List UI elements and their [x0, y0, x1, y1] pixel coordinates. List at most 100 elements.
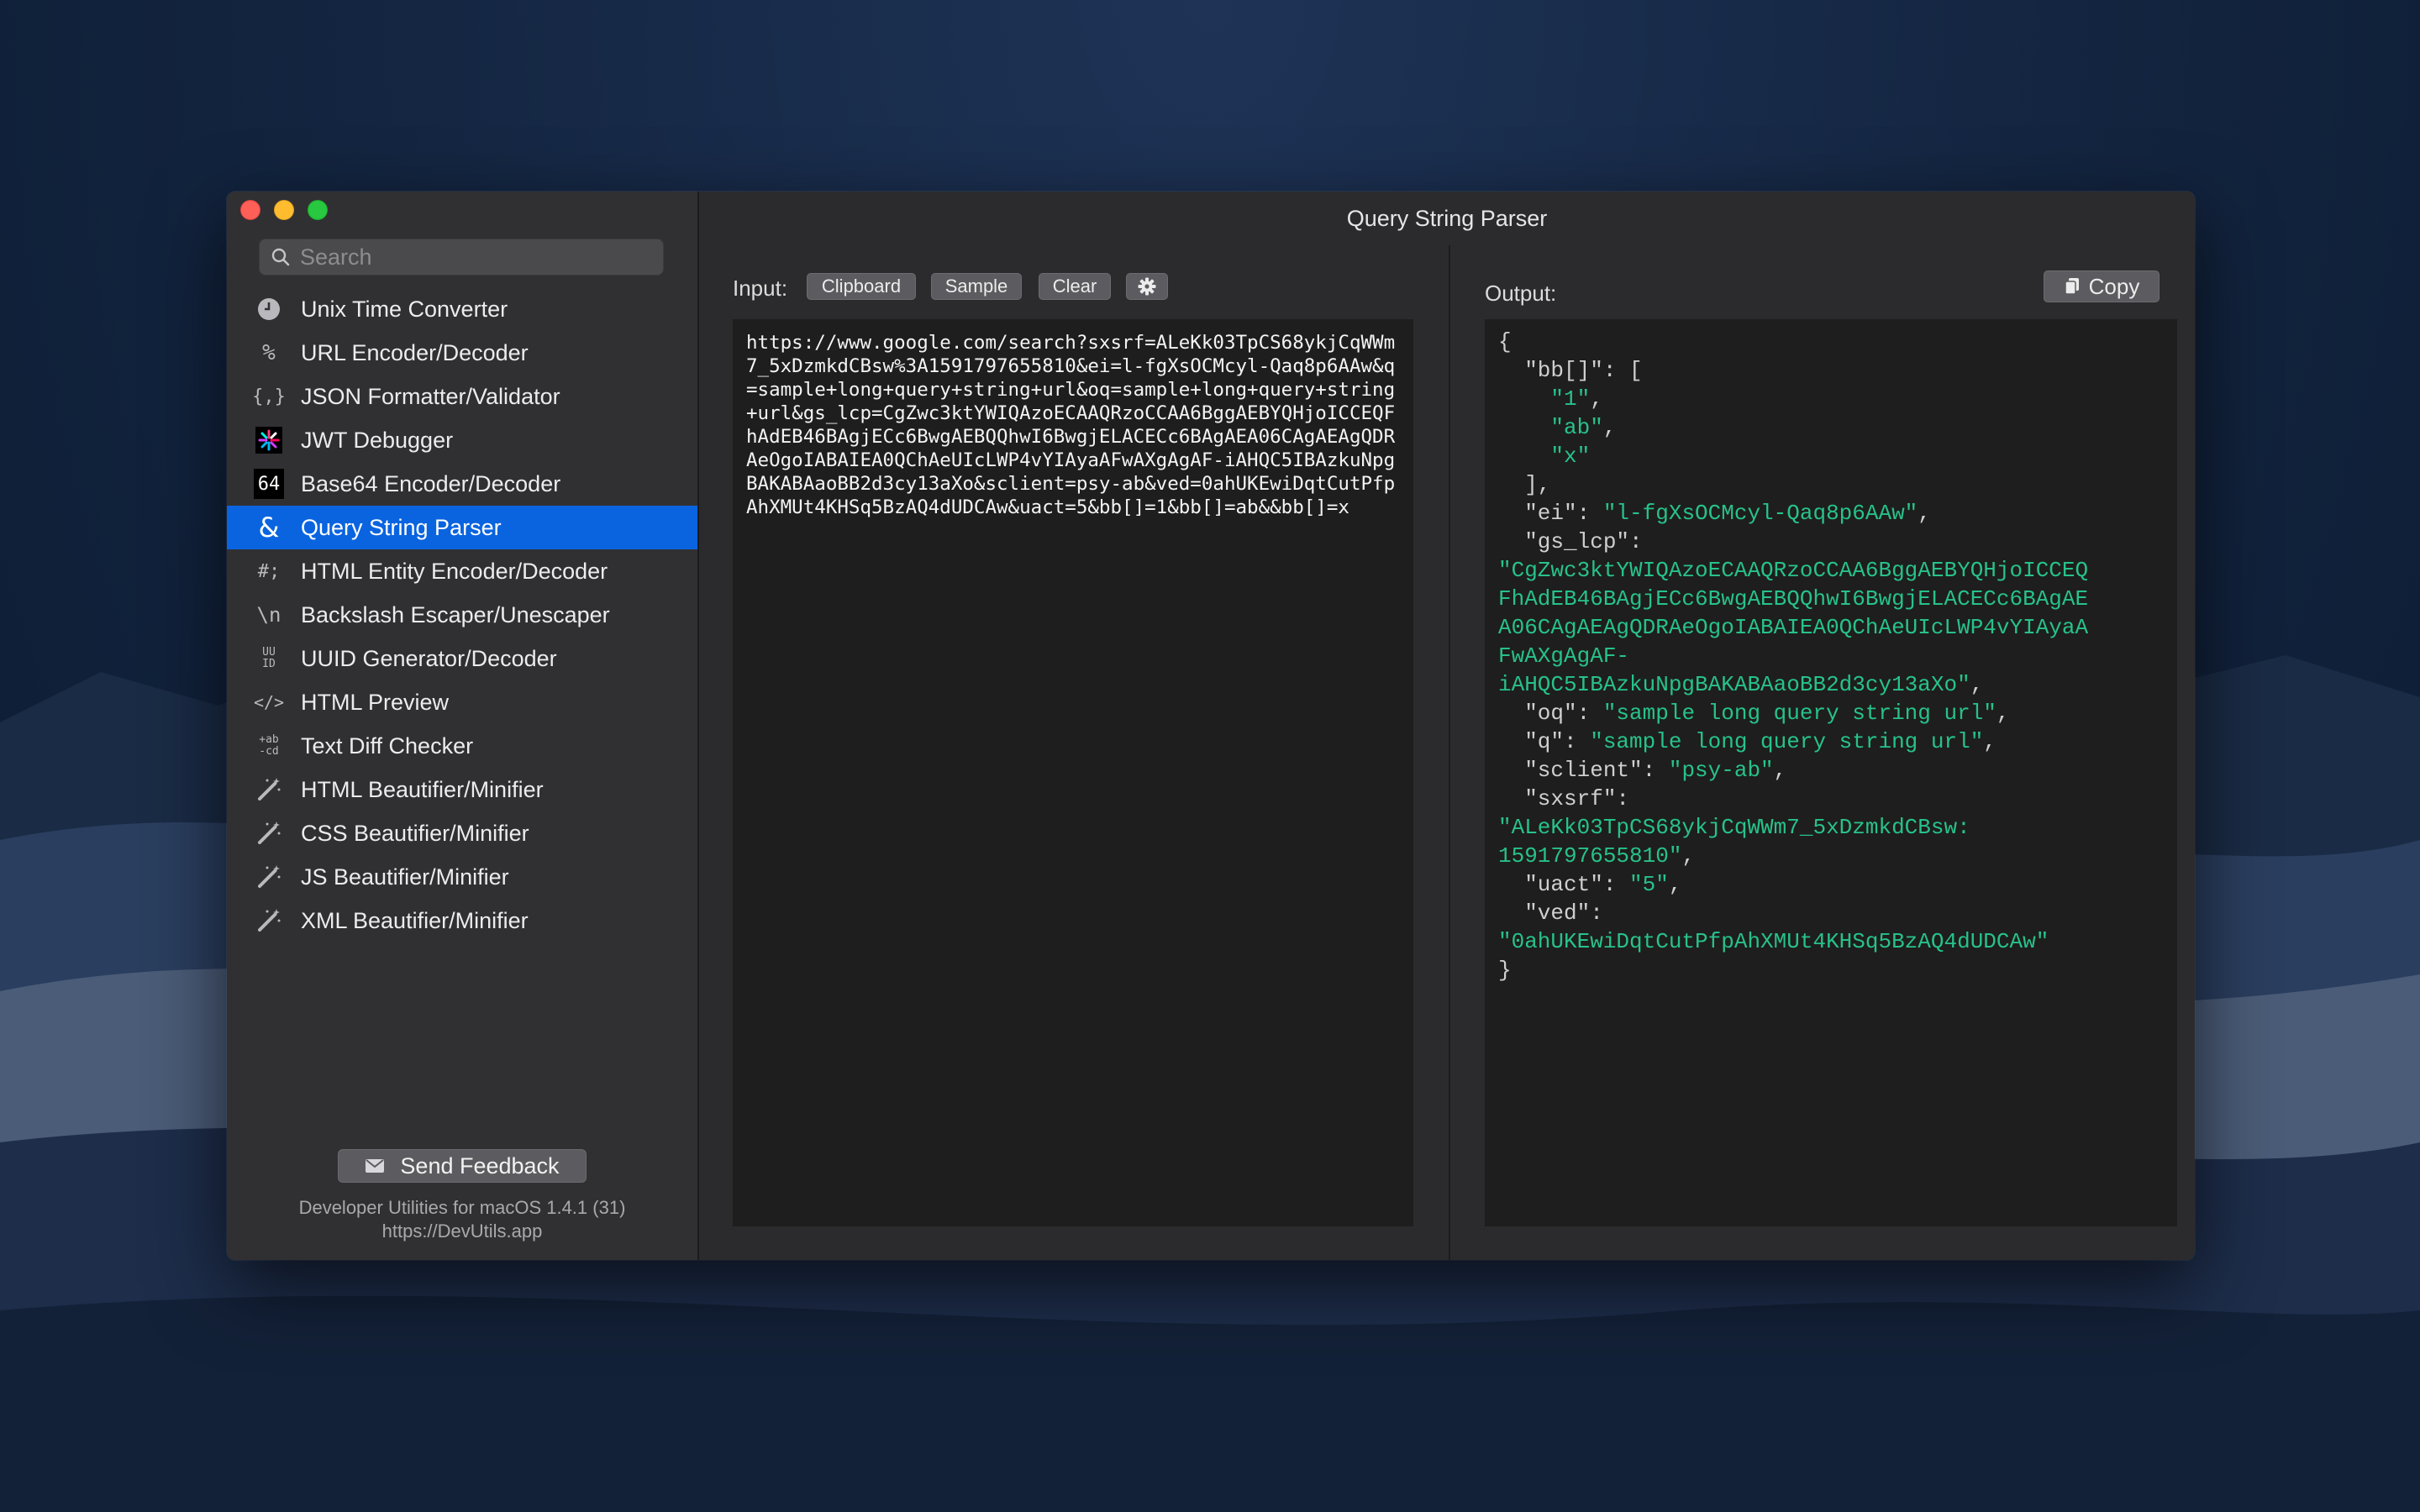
minimize-window-button[interactable]: [274, 200, 294, 220]
sidebar-item-html-beautifier[interactable]: HTML Beautifier/Minifier: [227, 768, 697, 811]
sidebar-item-html-preview[interactable]: </> HTML Preview: [227, 680, 697, 724]
output-line: 1591797655810",: [1498, 842, 2164, 870]
input-textarea[interactable]: https://www.google.com/search?sxsrf=ALeK…: [733, 319, 1413, 1226]
json-string-token: 1591797655810": [1498, 843, 1682, 869]
json-string-token: "ALeKk03TpCS68ykjCqWWm7_5xDzmkdCBsw:: [1498, 815, 1970, 840]
json-key-token: ,: [1681, 843, 1696, 869]
input-label: Input:: [733, 276, 788, 301]
json-string-token: "5": [1629, 872, 1669, 897]
output-line: "0ahUKEwiDqtCutPfpAhXMUt4KHSq5BzAQ4dUDCA…: [1498, 927, 2164, 956]
search-field[interactable]: [259, 239, 664, 276]
zoom-window-button[interactable]: [308, 200, 328, 220]
output-line: "uact": "5",: [1498, 870, 2164, 899]
json-string-token: "0ahUKEwiDqtCutPfpAhXMUt4KHSq5BzAQ4dUDCA…: [1498, 929, 2049, 954]
output-line: "CgZwc3ktYWIQAzoECAAQRzoCCAA6BggAEBYQHjo…: [1498, 556, 2164, 585]
output-json-view[interactable]: { "bb[]": [ "1", "ab", "x" ], "ei": "l-f…: [1485, 319, 2177, 1226]
close-window-button[interactable]: [240, 200, 260, 220]
output-line: "gs_lcp":: [1498, 528, 2164, 556]
json-string-token: "sample long query string url": [1602, 701, 1996, 726]
json-key-token: }: [1498, 958, 1512, 983]
app-version: Developer Utilities for macOS 1.4.1 (31): [298, 1197, 626, 1218]
sidebar-item-xml-beautifier[interactable]: XML Beautifier/Minifier: [227, 899, 697, 942]
output-line: "ved":: [1498, 899, 2164, 927]
envelope-icon: [366, 1159, 385, 1173]
hash-semicolon-icon: #;: [257, 560, 281, 582]
json-key-token: ,: [1773, 758, 1787, 783]
window-controls: [240, 200, 328, 220]
sidebar-item-uuid[interactable]: UU ID UUID Generator/Decoder: [227, 637, 697, 680]
sidebar-item-query-string-parser[interactable]: & Query String Parser: [227, 506, 697, 549]
sidebar: Unix Time Converter % URL Encoder/Decode…: [227, 192, 699, 1260]
uuid-icon: UU ID: [262, 646, 276, 670]
sidebar-item-text-diff[interactable]: +ab -cd Text Diff Checker: [227, 724, 697, 768]
app-website: https://DevUtils.app: [381, 1221, 543, 1242]
sidebar-item-label: HTML Preview: [301, 689, 450, 715]
clock-icon: [254, 294, 284, 324]
output-line: "1",: [1498, 385, 2164, 413]
base64-icon: 64: [254, 469, 284, 499]
json-key-token: "sxsrf":: [1498, 786, 1630, 811]
output-line: "oq": "sample long query string url",: [1498, 699, 2164, 727]
sidebar-item-css-beautifier[interactable]: CSS Beautifier/Minifier: [227, 811, 697, 855]
sidebar-item-url-encoder[interactable]: % URL Encoder/Decoder: [227, 331, 697, 375]
json-key-token: ,: [1668, 872, 1682, 897]
copy-button[interactable]: Copy: [2044, 270, 2160, 302]
clear-button[interactable]: Clear: [1039, 273, 1111, 300]
sidebar-item-backslash-escaper[interactable]: \n Backslash Escaper/Unescaper: [227, 593, 697, 637]
json-key-token: {: [1498, 329, 1512, 354]
output-line: A06CAgAEAgQDRAeOgoIABAIEA0QChAeUIcLWP4vY…: [1498, 613, 2164, 642]
ampersand-icon: &: [258, 512, 280, 543]
sidebar-item-html-entity[interactable]: #; HTML Entity Encoder/Decoder: [227, 549, 697, 593]
sidebar-item-js-beautifier[interactable]: JS Beautifier/Minifier: [227, 855, 697, 899]
json-key-token: ,: [1996, 701, 2010, 726]
output-line: iAHQC5IBAzkuNpgBAKABAaoBB2d3cy13aXo",: [1498, 670, 2164, 699]
sidebar-item-label: UUID Generator/Decoder: [301, 645, 557, 671]
json-string-token: FwAXgAgAF-: [1498, 643, 1630, 669]
sample-button[interactable]: Sample: [931, 273, 1022, 300]
json-string-token: "x": [1498, 444, 1591, 469]
braces-icon: {,}: [252, 386, 286, 407]
window-title: Query String Parser: [1346, 205, 1548, 231]
magic-wand-icon: [254, 818, 284, 848]
sidebar-item-label: CSS Beautifier/Minifier: [301, 820, 529, 846]
clipboard-button[interactable]: Clipboard: [807, 273, 916, 300]
sidebar-item-json-formatter[interactable]: {,} JSON Formatter/Validator: [227, 375, 697, 418]
output-line: FhAdEB46BAgjECc6BwgAEBQQhwI6BwgjELACECc6…: [1498, 585, 2164, 613]
json-key-token: "oq":: [1498, 701, 1603, 726]
json-key-token: "ved":: [1498, 900, 1603, 926]
send-feedback-button[interactable]: Send Feedback: [338, 1149, 587, 1183]
json-string-token: "1": [1498, 386, 1591, 412]
output-line: {: [1498, 328, 2164, 356]
json-key-token: "bb[]": [: [1498, 358, 1643, 383]
sidebar-item-label: HTML Beautifier/Minifier: [301, 776, 544, 802]
json-key-token: ,: [1602, 415, 1617, 440]
output-line: "q": "sample long query string url",: [1498, 727, 2164, 756]
json-key-token: ],: [1498, 472, 1551, 497]
json-key-token: ,: [1983, 729, 1996, 754]
pane-divider[interactable]: [1449, 245, 1450, 1260]
sidebar-item-base64[interactable]: 64 Base64 Encoder/Decoder: [227, 462, 697, 506]
search-icon: [271, 248, 290, 266]
output-line: "sclient": "psy-ab",: [1498, 756, 2164, 785]
search-input[interactable]: [300, 244, 653, 270]
json-key-token: ,: [1918, 501, 1931, 526]
sidebar-item-label: JS Beautifier/Minifier: [301, 864, 509, 890]
output-line: FwAXgAgAF-: [1498, 642, 2164, 670]
magic-wand-icon: [254, 774, 284, 805]
tool-list: Unix Time Converter % URL Encoder/Decode…: [227, 287, 697, 942]
json-key-token: "q":: [1498, 729, 1591, 754]
sidebar-item-label: Query String Parser: [301, 514, 502, 540]
sidebar-item-label: Base64 Encoder/Decoder: [301, 470, 561, 496]
output-line: "x": [1498, 442, 2164, 470]
settings-button[interactable]: [1126, 273, 1168, 300]
sidebar-item-label: JSON Formatter/Validator: [301, 383, 560, 409]
percent-icon: %: [262, 340, 276, 365]
sidebar-item-label: JWT Debugger: [301, 427, 454, 453]
sidebar-item-unix-time[interactable]: Unix Time Converter: [227, 287, 697, 331]
sidebar-item-jwt-debugger[interactable]: JWT Debugger: [227, 418, 697, 462]
backslash-n-icon: \n: [256, 603, 281, 627]
output-line: }: [1498, 956, 2164, 984]
json-string-token: "CgZwc3ktYWIQAzoECAAQRzoCCAA6BggAEBYQHjo…: [1498, 558, 2089, 583]
output-line: "ei": "l-fgXsOCMcyl-Qaq8p6AAw",: [1498, 499, 2164, 528]
copy-icon: [2064, 278, 2079, 295]
